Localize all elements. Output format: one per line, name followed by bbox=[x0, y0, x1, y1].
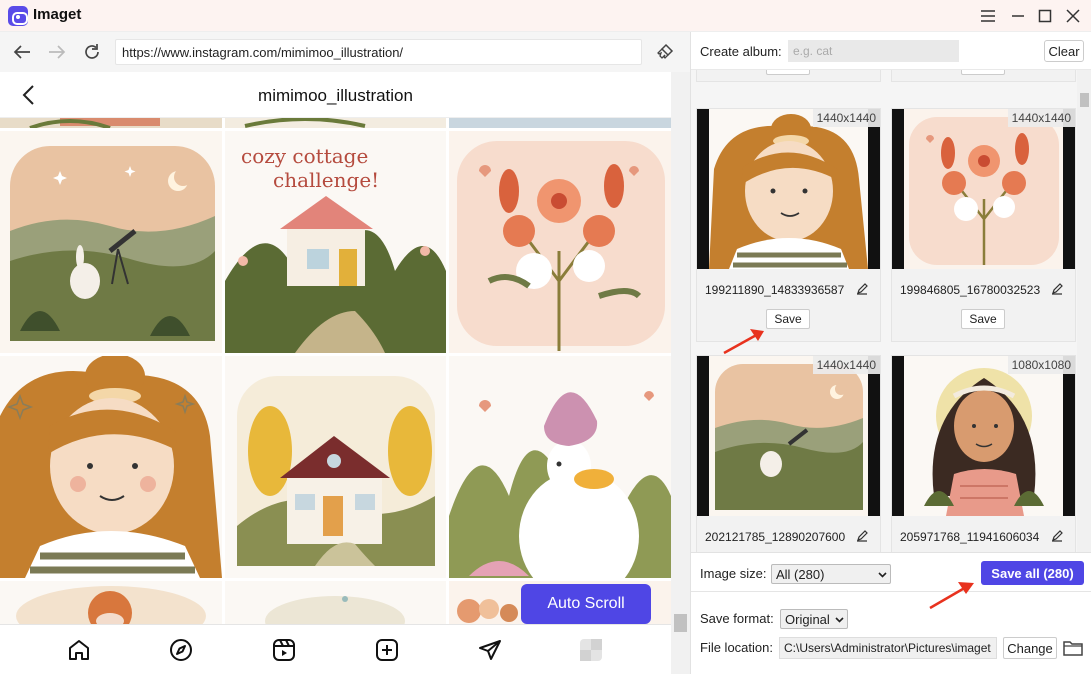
create-album-label: Create album: bbox=[700, 44, 782, 59]
download-settings: Image size: All (280) Save all (280) Sav… bbox=[691, 552, 1091, 674]
chevron-down-icon bbox=[835, 617, 844, 623]
post-thumbnail[interactable] bbox=[225, 581, 446, 624]
title-bar: Imaget bbox=[0, 0, 1091, 32]
post-thumbnail[interactable] bbox=[0, 581, 222, 624]
save-button[interactable]: Save bbox=[961, 70, 1005, 75]
profile-title: mimimoo_illustration bbox=[258, 86, 413, 105]
post-thumbnail[interactable] bbox=[449, 118, 671, 128]
refresh-icon[interactable] bbox=[80, 40, 104, 64]
edit-pencil-icon[interactable] bbox=[1051, 283, 1063, 295]
image-size-badge: 1440x1440 bbox=[812, 109, 880, 127]
panel-scrollbar-thumb[interactable] bbox=[1080, 93, 1089, 107]
change-location-button[interactable]: Change bbox=[1003, 637, 1057, 659]
album-name-input[interactable] bbox=[788, 40, 959, 62]
post-thumbnail[interactable] bbox=[449, 356, 671, 578]
app-window: Imaget https://www.instagram.com/mimimoo… bbox=[0, 0, 1091, 674]
clear-button[interactable]: Clear bbox=[1044, 40, 1084, 62]
back-arrow-icon[interactable] bbox=[10, 40, 34, 64]
image-preview[interactable]: 1440x1440 bbox=[697, 109, 880, 269]
save-button[interactable]: Save bbox=[766, 309, 810, 329]
save-all-button[interactable]: Save all (280) bbox=[981, 561, 1084, 585]
image-card: 1440x1440 199211890_14833936587 Save bbox=[696, 108, 881, 342]
image-list: Save Save bbox=[691, 70, 1077, 552]
image-filename: 199846805_16780032523 bbox=[900, 283, 1041, 297]
save-button[interactable]: Save bbox=[766, 70, 810, 75]
divider bbox=[691, 591, 1091, 592]
browser-toolbar: https://www.instagram.com/mimimoo_illust… bbox=[0, 32, 690, 72]
edit-pencil-icon[interactable] bbox=[856, 530, 868, 542]
panel-scrollbar[interactable] bbox=[1077, 70, 1091, 552]
post-thumbnail[interactable] bbox=[449, 131, 671, 353]
post-thumbnail[interactable] bbox=[0, 356, 222, 578]
save-format-label: Save format: bbox=[700, 611, 774, 626]
image-card: 1440x1440 199846805_16780032523 Save bbox=[891, 108, 1076, 342]
image-card: Save bbox=[891, 70, 1076, 82]
edit-pencil-icon[interactable] bbox=[856, 283, 868, 295]
post-thumbnail[interactable] bbox=[225, 118, 446, 128]
close-icon[interactable] bbox=[1061, 4, 1085, 28]
file-location-path: C:\Users\Administrator\Pictures\imaget bbox=[779, 637, 997, 659]
home-icon[interactable] bbox=[67, 638, 91, 662]
image-preview[interactable]: 1080x1080 bbox=[892, 356, 1075, 516]
image-preview[interactable]: 1440x1440 bbox=[892, 109, 1075, 269]
image-size-badge: 1440x1440 bbox=[1007, 109, 1075, 127]
image-size-badge: 1440x1440 bbox=[812, 356, 880, 374]
post-thumbnail[interactable] bbox=[225, 356, 446, 578]
instagram-bottom-nav bbox=[0, 624, 671, 674]
post-caption-text: challenge! bbox=[273, 168, 379, 192]
app-logo-icon bbox=[8, 6, 28, 26]
chevron-down-icon bbox=[878, 572, 887, 578]
image-card: Save bbox=[696, 70, 881, 82]
save-format-select[interactable]: Original bbox=[780, 609, 848, 629]
post-grid: cozy cottage challenge! bbox=[0, 118, 671, 624]
save-button[interactable]: Save bbox=[961, 309, 1005, 329]
image-filename: 205971768_11941606034 bbox=[900, 530, 1040, 544]
image-filename: 199211890_14833936587 bbox=[705, 283, 845, 297]
instagram-header: mimimoo_illustration bbox=[0, 72, 671, 118]
create-icon[interactable] bbox=[375, 638, 399, 662]
image-size-select[interactable]: All (280) bbox=[771, 564, 891, 584]
image-filename: 202121785_12890207600 bbox=[705, 530, 846, 544]
post-thumbnail[interactable] bbox=[0, 118, 222, 128]
edit-pencil-icon[interactable] bbox=[1051, 530, 1063, 542]
image-size-label: Image size: bbox=[700, 566, 767, 581]
direct-icon[interactable] bbox=[478, 638, 502, 662]
save-format-value: Original bbox=[785, 612, 830, 627]
menu-icon[interactable] bbox=[976, 4, 1000, 28]
file-location-label: File location: bbox=[700, 640, 773, 655]
image-size-value: All (280) bbox=[776, 567, 825, 582]
post-caption-text: cozy cottage bbox=[241, 144, 368, 168]
forward-arrow-icon[interactable] bbox=[45, 40, 69, 64]
download-panel: Create album: Clear Save Save bbox=[690, 32, 1091, 674]
reels-icon[interactable] bbox=[272, 638, 296, 662]
image-preview[interactable]: 1440x1440 bbox=[697, 356, 880, 516]
url-bar[interactable]: https://www.instagram.com/mimimoo_illust… bbox=[115, 39, 642, 65]
post-thumbnail[interactable]: cozy cottage challenge! bbox=[225, 131, 446, 353]
post-thumbnail[interactable] bbox=[0, 131, 222, 353]
minimize-icon[interactable] bbox=[1006, 4, 1030, 28]
image-card: 1080x1080 205971768_11941606034 bbox=[891, 355, 1076, 552]
profile-icon[interactable] bbox=[579, 638, 603, 662]
clear-cache-brush-icon[interactable] bbox=[653, 40, 677, 64]
image-card: 1440x1440 202121785_12890207600 bbox=[696, 355, 881, 552]
web-scrollbar-thumb[interactable] bbox=[674, 614, 687, 632]
app-title: Imaget bbox=[33, 6, 82, 23]
image-size-badge: 1080x1080 bbox=[1007, 356, 1075, 374]
maximize-icon[interactable] bbox=[1033, 4, 1057, 28]
explore-icon[interactable] bbox=[169, 638, 193, 662]
auto-scroll-button[interactable]: Auto Scroll bbox=[521, 584, 651, 624]
album-row: Create album: Clear bbox=[691, 32, 1091, 70]
web-scrollbar[interactable] bbox=[671, 72, 690, 674]
folder-icon[interactable] bbox=[1063, 639, 1083, 657]
